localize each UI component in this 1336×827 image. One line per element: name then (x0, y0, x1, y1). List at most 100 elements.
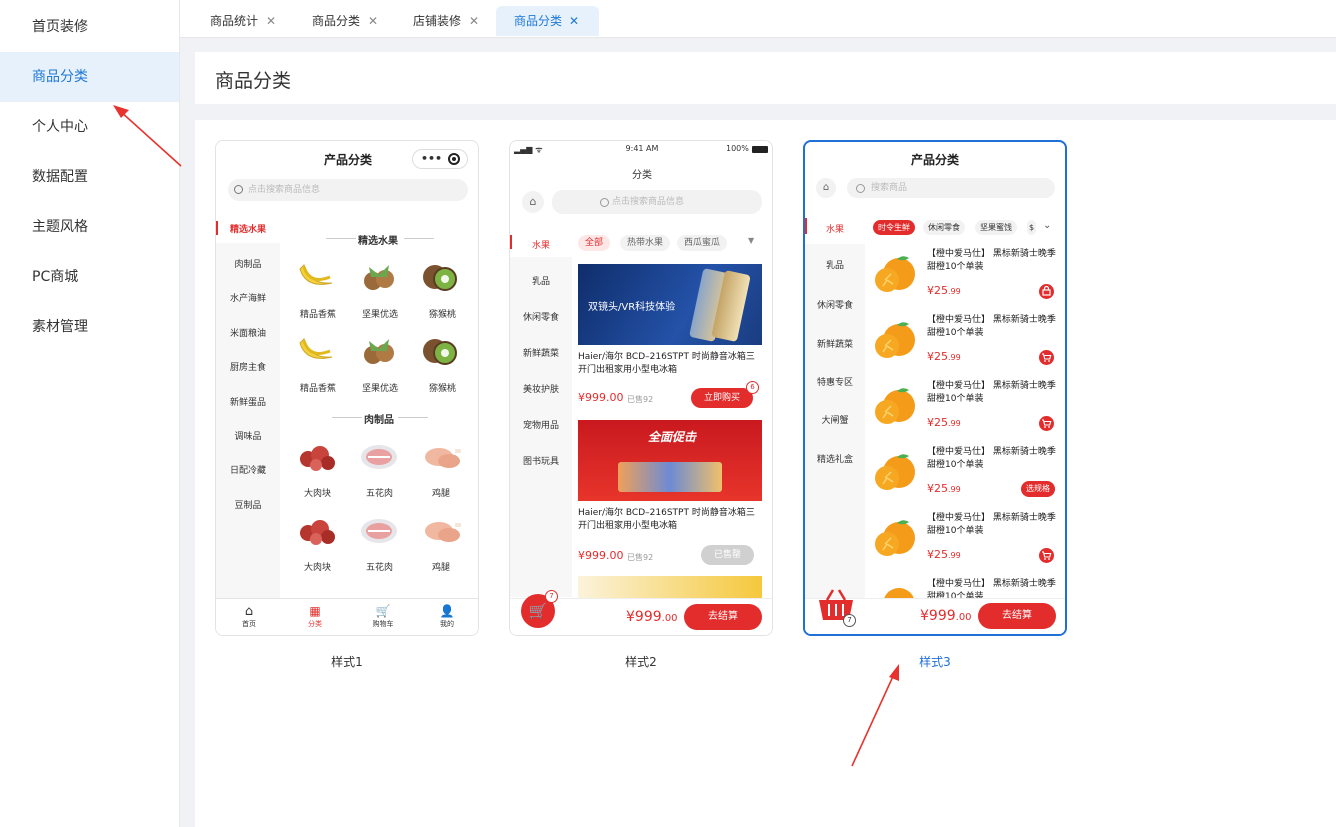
cart-icon[interactable] (1039, 548, 1054, 563)
chip[interactable]: 热带水果 (620, 235, 671, 251)
category-item[interactable]: 肉制品 (216, 257, 280, 270)
category-item[interactable]: 休闲零食 (510, 310, 572, 323)
category-item[interactable]: 大闸蟹 (805, 413, 865, 426)
orange-icon (884, 588, 914, 598)
category-item[interactable]: 豆制品 (216, 498, 280, 511)
sidebar-item-home-decoration[interactable]: 首页装修 (0, 2, 179, 52)
close-icon[interactable]: ✕ (368, 6, 378, 36)
style3-preview[interactable]: 产品分类 ⌂ 搜索商品 水果 乳品 休闲零食 新鲜蔬菜 特惠专区 大闸蟹 精选礼… (803, 140, 1067, 636)
category-item[interactable]: 厨房主食 (216, 360, 280, 373)
kiwi-icon[interactable] (421, 333, 461, 370)
style2-label[interactable]: 样式2 (509, 653, 773, 670)
category-item[interactable]: 宠物用品 (510, 418, 572, 431)
sidebar-item-personal-center[interactable]: 个人中心 (0, 102, 179, 152)
category-item[interactable]: 图书玩具 (510, 454, 572, 467)
style2-preview[interactable]: ▂▄▆ ᯤ 9:41 AM 100% 分类 ⌂ 点击搜索商品信息 水果 乳品 休… (509, 140, 773, 636)
category-item[interactable]: 新鲜蛋品 (216, 395, 280, 408)
product-label: 猕猴桃 (429, 310, 457, 320)
bag-icon[interactable] (1039, 284, 1054, 299)
category-item[interactable]: 水果 (510, 238, 572, 251)
category-item[interactable]: 日配冷藏 (216, 463, 280, 476)
sidebar-item-product-category[interactable]: 商品分类 (0, 52, 179, 102)
search-input[interactable]: 搜索商品 (847, 178, 1055, 198)
pork-belly-icon[interactable] (358, 513, 400, 550)
tab-product-category-active[interactable]: 商品分类 ✕ (496, 6, 599, 36)
category-item[interactable]: 水产海鲜 (216, 291, 280, 304)
close-icon[interactable]: ✕ (266, 6, 276, 36)
close-icon[interactable]: ✕ (469, 6, 479, 36)
cart-icon[interactable] (1039, 416, 1054, 431)
style3-label[interactable]: 样式3 (803, 653, 1067, 670)
category-item[interactable]: 精选礼盒 (805, 452, 865, 465)
capsule-menu[interactable]: ••• (412, 149, 468, 169)
category-item[interactable]: 特惠专区 (805, 375, 865, 388)
category-item[interactable]: 调味品 (216, 429, 280, 442)
product-name[interactable]: Haier/海尔 BCD–216STPT 时尚静音冰箱三开门出租家用小型电冰箱 (578, 351, 762, 377)
banana-icon[interactable] (296, 333, 336, 370)
category-item[interactable]: 新鲜蔬菜 (510, 346, 572, 359)
style1-label[interactable]: 样式1 (215, 653, 479, 670)
category-item[interactable]: 米面粮油 (216, 326, 280, 339)
product-price: ¥999.00 (578, 549, 624, 562)
chip[interactable]: 坚果蜜饯 (975, 220, 1017, 235)
banner-image[interactable]: 双镜头/VR科技体验 (578, 264, 762, 345)
sidebar-item-pc-mall[interactable]: PC商城 (0, 252, 179, 302)
category-item[interactable]: 水果 (805, 222, 865, 235)
home-icon[interactable]: ⌂ (522, 191, 544, 213)
chicken-leg-icon[interactable] (421, 439, 463, 476)
chevron-down-icon[interactable]: ▼ (748, 236, 754, 245)
meat-chunk-icon[interactable] (296, 513, 338, 550)
chip[interactable]: 休闲零食 (923, 220, 965, 235)
divider (398, 417, 428, 418)
product-item[interactable]: 【橙中爱马仕】 黑标新骑士晚季甜橙10个单装 ¥25.99 (873, 378, 1063, 438)
hazelnut-icon[interactable] (359, 259, 399, 296)
checkout-button[interactable]: 去结算 (978, 603, 1056, 629)
chip[interactable]: 西瓜蜜瓜 (677, 235, 728, 251)
sidebar-item-data-config[interactable]: 数据配置 (0, 152, 179, 202)
banana-icon[interactable] (296, 259, 336, 296)
home-icon[interactable]: ⌂ (816, 178, 836, 198)
chevron-down-icon[interactable]: ⌄ (1043, 220, 1051, 231)
search-input[interactable]: 点击搜索商品信息 (228, 179, 468, 201)
nav-home[interactable]: ⌂ 首页 (236, 604, 262, 629)
close-icon[interactable]: ✕ (569, 6, 579, 36)
search-input[interactable]: 点击搜索商品信息 (552, 190, 762, 214)
hazelnut-icon[interactable] (359, 333, 399, 370)
tab-product-category[interactable]: 商品分类 ✕ (282, 6, 382, 36)
tab-store-decoration[interactable]: 店铺装修 ✕ (383, 6, 483, 36)
chip-all[interactable]: 全部 (578, 235, 611, 251)
sidebar-item-theme-style[interactable]: 主题风格 (0, 202, 179, 252)
product-item[interactable]: 【橙中爱马仕】 黑标新骑士晚季甜橙10个单装 ¥25.99 (873, 246, 1063, 306)
chip-active[interactable]: 时令生鲜 (873, 220, 915, 235)
product-name[interactable]: Haier/海尔 BCD–216STPT 时尚静音冰箱三开门出租家用小型电冰箱 (578, 507, 762, 533)
nav-category[interactable]: ▦ 分类 (302, 604, 328, 629)
nav-cart[interactable]: 🛒 购物车 (368, 604, 398, 629)
meat-chunk-icon[interactable] (296, 439, 338, 476)
product-item[interactable]: 【橙中爱马仕】 黑标新骑士晚季甜橙10个单装 (873, 576, 1063, 598)
product-item[interactable]: 【橙中爱马仕】 黑标新骑士晚季甜橙10个单装 ¥25.99 (873, 312, 1063, 372)
banner-image[interactable] (578, 576, 762, 598)
cart-icon[interactable] (1039, 350, 1054, 365)
product-item[interactable]: 【橙中爱马仕】 黑标新骑士晚季甜橙10个单装 ¥25.99 选规格 (873, 444, 1063, 504)
checkout-button[interactable]: 去结算 (684, 604, 762, 630)
category-item[interactable]: 精选水果 (216, 222, 280, 235)
category-item[interactable]: 乳品 (805, 258, 865, 271)
product-item[interactable]: 【橙中爱马仕】 黑标新骑士晚季甜橙10个单装 ¥25.99 (873, 510, 1063, 570)
sidebar-item-material[interactable]: 素材管理 (0, 302, 179, 352)
tab-bar: 商品统计 ✕ 商品分类 ✕ 店铺装修 ✕ 商品分类 ✕ (180, 0, 1336, 38)
nav-me[interactable]: 👤 我的 (434, 604, 460, 629)
price-dec: .99 (948, 551, 961, 560)
banner-image[interactable]: 全面促击 (578, 420, 762, 501)
style1-preview[interactable]: 产品分类 ••• 点击搜索商品信息 精选水果 肉制品 水产海鲜 米面粮油 厨房主… (215, 140, 479, 636)
category-item[interactable]: 新鲜蔬菜 (805, 337, 865, 350)
category-item[interactable]: 休闲零食 (805, 298, 865, 311)
pork-belly-icon[interactable] (358, 439, 400, 476)
chip[interactable]: $ (1027, 220, 1037, 235)
kiwi-icon[interactable] (421, 259, 461, 296)
select-spec-button[interactable]: 选规格 (1021, 481, 1055, 497)
category-item[interactable]: 乳品 (510, 274, 572, 287)
category-item[interactable]: 美妆护肤 (510, 382, 572, 395)
buy-now-button[interactable]: 立即购买 (691, 388, 753, 408)
tab-product-stats[interactable]: 商品统计 ✕ (180, 6, 280, 36)
chicken-leg-icon[interactable] (421, 513, 463, 550)
